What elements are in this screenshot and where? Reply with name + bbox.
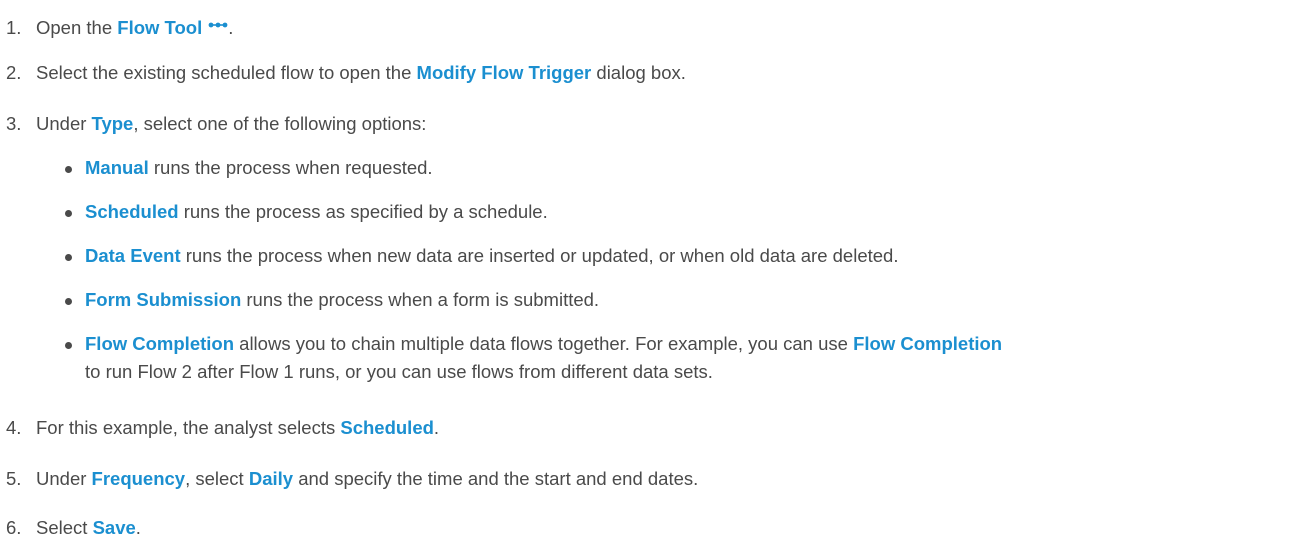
bullet-icon: [65, 342, 72, 349]
step-number: 6.: [6, 517, 22, 538]
option-text: runs the process when requested.: [148, 157, 433, 178]
option-text: allows you to chain multiple data flows …: [234, 333, 854, 354]
step-text-end: .: [433, 417, 440, 438]
step-number: 4.: [6, 417, 22, 438]
option-data-event: Data Event runs the process when new dat…: [65, 245, 898, 267]
keyword-modify-flow-trigger: Modify Flow Trigger: [416, 62, 592, 83]
keyword-frequency: Frequency: [91, 468, 186, 489]
keyword-scheduled: Scheduled: [85, 201, 179, 222]
keyword-manual: Manual: [85, 157, 149, 178]
step-2: 2. Select the existing scheduled flow to …: [0, 62, 686, 84]
keyword-scheduled-selected: Scheduled: [340, 417, 434, 438]
option-flow-completion: Flow Completion allows you to chain mult…: [65, 333, 1002, 355]
keyword-data-event: Data Event: [85, 245, 181, 266]
bullet-icon: [65, 166, 72, 173]
step-5: 5. Under Frequency, select Daily and spec…: [0, 468, 698, 490]
instructions-document: 1. Open the Flow Tool. 2. Select the exist…: [0, 0, 1294, 542]
step-text-end: .: [228, 17, 234, 38]
step-3: 3. Under Type, select one of the followin…: [0, 113, 426, 135]
option-text: runs the process when a form is submitte…: [241, 289, 600, 310]
step-text: Select: [36, 517, 93, 538]
keyword-flow-completion: Flow Completion: [85, 333, 235, 354]
option-flow-completion-continued: to run Flow 2 after Flow 1 runs, or you …: [85, 361, 713, 382]
step-number: 3.: [6, 113, 22, 134]
option-text: runs the process when new data are inser…: [180, 245, 899, 266]
option-manual: Manual runs the process when requested.: [65, 157, 433, 179]
step-6: 6. Select Save.: [0, 517, 141, 539]
flow-dots-icon: [208, 11, 228, 33]
step-text-end: dialog box.: [591, 62, 686, 83]
step-number: 5.: [6, 468, 22, 489]
keyword-flow-completion-2: Flow Completion: [853, 333, 1003, 354]
step-text: Open the: [36, 17, 118, 38]
step-4: 4. For this example, the analyst selects …: [0, 417, 439, 439]
bullet-icon: [65, 298, 72, 305]
step-text: Under: [36, 468, 92, 489]
option-scheduled: Scheduled runs the process as specified …: [65, 201, 548, 223]
keyword-save: Save: [92, 517, 136, 538]
step-text-mid: , select: [185, 468, 249, 489]
step-number: 2.: [6, 62, 22, 83]
option-form-submission: Form Submission runs the process when a …: [65, 289, 599, 311]
step-1: 1. Open the Flow Tool.: [0, 11, 233, 39]
step-text-end: .: [135, 517, 141, 538]
option-text: runs the process as specified by a sched…: [178, 201, 548, 222]
keyword-form-submission: Form Submission: [85, 289, 242, 310]
keyword-flow-tool: Flow Tool: [117, 17, 203, 38]
keyword-daily: Daily: [248, 468, 294, 489]
step-text-end: and specify the time and the start and e…: [293, 468, 699, 489]
step-text: Under: [36, 113, 92, 134]
bullet-icon: [65, 254, 72, 261]
step-text-end: , select one of the following options:: [133, 113, 427, 134]
step-text: For this example, the analyst selects: [36, 417, 341, 438]
step-number: 1.: [6, 17, 22, 38]
step-text: Select the existing scheduled flow to op…: [36, 62, 417, 83]
bullet-icon: [65, 210, 72, 217]
keyword-type: Type: [91, 113, 134, 134]
